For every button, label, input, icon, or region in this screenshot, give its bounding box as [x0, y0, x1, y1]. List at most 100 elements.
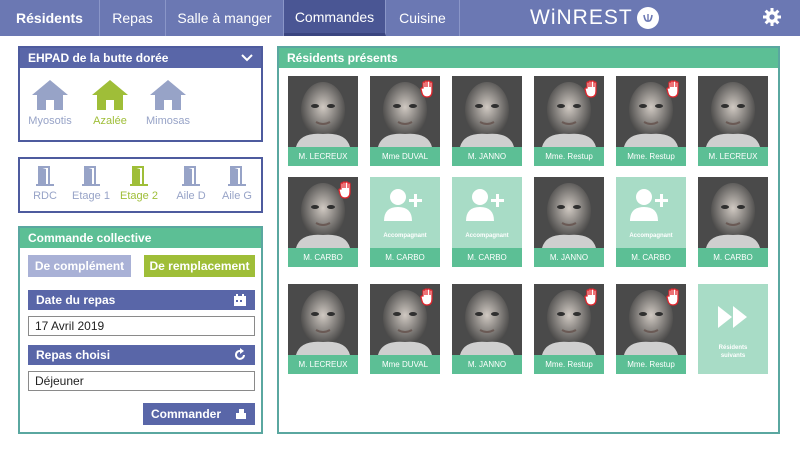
door-icon — [36, 166, 54, 186]
house-icon — [92, 80, 128, 110]
residents-header: Résidents présents — [279, 48, 778, 68]
date-label: Date du repas — [36, 293, 116, 307]
tab-cuisine[interactable]: Cuisine — [386, 0, 460, 36]
resident-photo — [452, 76, 522, 147]
companion-label: Accompagnant — [629, 233, 673, 239]
resident-name: Mme. Restup — [545, 360, 593, 369]
resident-card[interactable]: M. JANNO — [452, 76, 522, 166]
resident-card[interactable]: M. CARBO — [698, 177, 768, 267]
tab-repas[interactable]: Repas — [100, 0, 166, 36]
brand-logo: WiNREST — [530, 0, 659, 36]
resident-photo — [452, 284, 522, 355]
stop-hand-icon — [420, 80, 436, 98]
resident-name: Mme. Restup — [627, 152, 675, 161]
stop-hand-icon — [666, 80, 682, 98]
resident-card[interactable]: M. CARBO — [288, 177, 358, 267]
meal-label: Repas choisi — [36, 348, 111, 362]
refresh-icon[interactable] — [233, 348, 247, 362]
companion-card[interactable]: Accompagnant M. CARBO — [370, 177, 440, 267]
floor-etage-2[interactable]: Etage 2 — [116, 165, 162, 202]
date-field[interactable]: 17 Avril 2019 — [28, 316, 255, 336]
stop-hand-icon — [666, 288, 682, 306]
brand-emblem-icon — [636, 7, 659, 29]
stop-hand-icon — [584, 288, 600, 306]
companion-card[interactable]: Accompagnant M. CARBO — [452, 177, 522, 267]
meal-bar: Repas choisi — [28, 345, 255, 365]
basket-icon — [236, 409, 246, 419]
resident-photo — [698, 177, 768, 248]
site-header[interactable]: EHPAD de la butte dorée — [20, 48, 261, 68]
resident-card[interactable]: Mme. Restup — [616, 76, 686, 166]
stop-hand-icon — [420, 288, 436, 306]
unit-myosotis[interactable]: Myosotis — [20, 78, 80, 127]
resident-name: M. LECREUX — [708, 152, 758, 161]
resident-card[interactable]: M. LECREUX — [288, 76, 358, 166]
floor-label: RDC — [33, 190, 57, 202]
unit-mimosas[interactable]: Mimosas — [138, 78, 198, 127]
resident-name: Mme. Restup — [545, 152, 593, 161]
companion-label: Accompagnant — [383, 233, 427, 239]
brand-name: WiNREST — [530, 6, 633, 29]
resident-name: M. LECREUX — [298, 360, 348, 369]
floor-aile-d[interactable]: Aile D — [168, 165, 214, 202]
resident-card[interactable]: Mme DUVAL — [370, 284, 440, 374]
floor-aile-g[interactable]: Aile G — [214, 165, 260, 202]
companion-card[interactable]: Accompagnant M. CARBO — [616, 177, 686, 267]
order-title: Commande collective — [28, 231, 152, 245]
floor-label: Aile D — [176, 190, 206, 202]
unit-azalee[interactable]: Azalée — [80, 78, 140, 127]
resident-name: M. JANNO — [549, 253, 589, 262]
resident-photo — [698, 76, 768, 147]
order-panel: Commande collective De complément De rem… — [18, 226, 263, 434]
floors-panel: RDC Etage 1 Etage 2 Aile D Aile G — [18, 157, 263, 213]
companion-label: Accompagnant — [465, 233, 509, 239]
resident-card[interactable]: M. JANNO — [452, 284, 522, 374]
submit-label: Commander — [151, 407, 222, 421]
gear-icon[interactable] — [762, 7, 782, 27]
tab-commandes[interactable]: Commandes — [284, 0, 386, 36]
resident-card[interactable]: M. LECREUX — [288, 284, 358, 374]
house-icon — [150, 80, 186, 110]
chevron-down-icon[interactable] — [241, 54, 253, 62]
resident-card[interactable]: Mme. Restup — [534, 76, 604, 166]
floor-label: Etage 1 — [72, 190, 110, 202]
floor-rdc[interactable]: RDC — [22, 165, 68, 202]
next-label-2: suivants — [720, 353, 746, 359]
resident-name: Mme. Restup — [627, 360, 675, 369]
tab-residents[interactable]: Résidents — [0, 0, 100, 36]
resident-name: M. CARBO — [713, 253, 753, 262]
floor-label: Aile G — [222, 190, 252, 202]
residents-title: Résidents présents — [287, 51, 398, 65]
resident-photo — [288, 284, 358, 355]
resident-name: M. JANNO — [467, 152, 507, 161]
site-panel: EHPAD de la butte dorée Myosotis Azalée … — [18, 46, 263, 142]
next-label-1: Résidents — [718, 345, 748, 351]
floor-label: Etage 2 — [120, 190, 158, 202]
unit-label: Myosotis — [28, 115, 72, 127]
tab-salle-a-manger[interactable]: Salle à manger — [166, 0, 284, 36]
replacement-button[interactable]: De remplacement — [144, 255, 255, 277]
next-residents-button[interactable]: Résidents suivants — [698, 284, 768, 374]
door-icon — [228, 166, 246, 186]
calendar-icon[interactable] — [233, 293, 247, 307]
resident-name: Mme DUVAL — [381, 152, 429, 161]
order-header: Commande collective — [20, 228, 261, 248]
floor-etage-1[interactable]: Etage 1 — [68, 165, 114, 202]
resident-card[interactable]: M. JANNO — [534, 177, 604, 267]
order-submit-button[interactable]: Commander — [143, 403, 255, 425]
add-companion-icon: Accompagnant — [452, 177, 522, 248]
complement-button[interactable]: De complément — [28, 255, 131, 277]
resident-card[interactable]: Mme. Restup — [616, 284, 686, 374]
resident-card[interactable]: Mme DUVAL — [370, 76, 440, 166]
door-icon — [182, 166, 200, 186]
resident-name: M. LECREUX — [298, 152, 348, 161]
meal-field[interactable]: Déjeuner — [28, 371, 255, 391]
resident-card[interactable]: M. LECREUX — [698, 76, 768, 166]
resident-name: M. CARBO — [631, 253, 671, 262]
unit-label: Mimosas — [145, 115, 190, 127]
resident-card[interactable]: Mme. Restup — [534, 284, 604, 374]
add-companion-icon: Accompagnant — [370, 177, 440, 248]
door-icon — [82, 166, 100, 186]
stop-hand-icon — [584, 80, 600, 98]
door-icon — [130, 166, 148, 186]
